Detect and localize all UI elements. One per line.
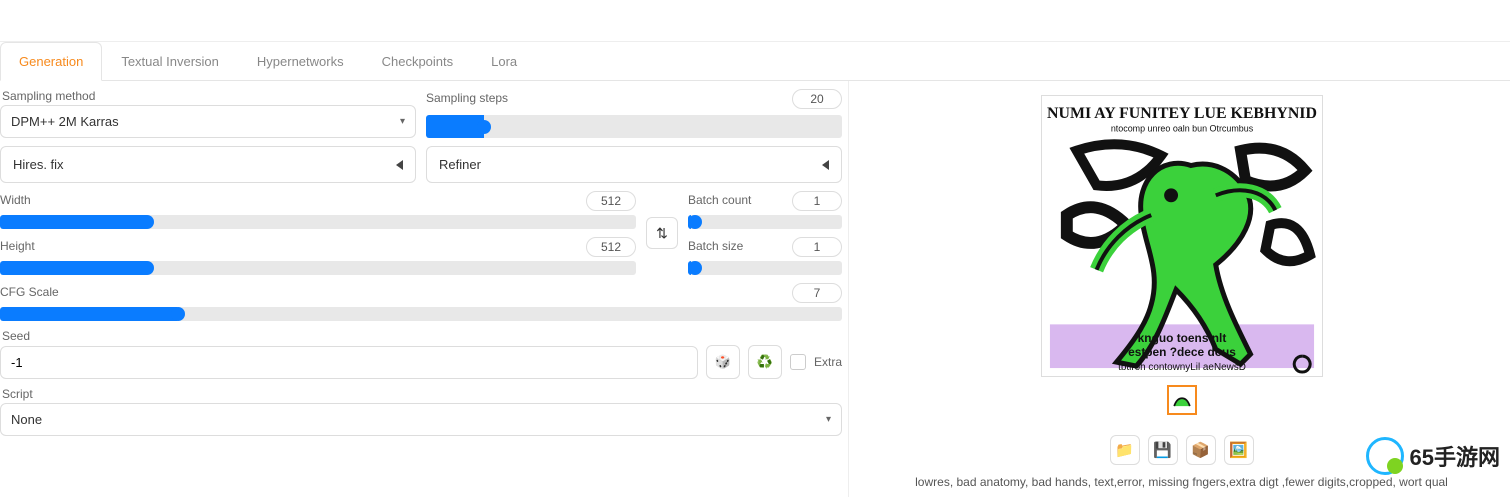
- swap-icon: ⇅: [656, 225, 668, 242]
- batch-size-value[interactable]: 1: [792, 237, 842, 257]
- zip-button[interactable]: 📦: [1186, 435, 1216, 465]
- svg-text:tbtiroh contownyLil aeNewsD: tbtiroh contownyLil aeNewsD: [1118, 362, 1246, 373]
- reuse-seed-button[interactable]: ♻️: [748, 345, 782, 379]
- refiner-accordion[interactable]: Refiner: [426, 146, 842, 183]
- svg-text:knguo toens nlt: knguo toens nlt: [1137, 331, 1226, 345]
- generated-image-svg: NUMI AY FUNITEY LUE KEBHYNID ntocomp unr…: [1042, 95, 1322, 377]
- hires-fix-accordion[interactable]: Hires. fix: [0, 146, 416, 183]
- tab-textual-inversion[interactable]: Textual Inversion: [102, 42, 238, 80]
- caret-down-icon: ▾: [826, 414, 831, 425]
- generated-image[interactable]: NUMI AY FUNITEY LUE KEBHYNID ntocomp unr…: [1041, 95, 1323, 377]
- output-thumbnail[interactable]: [1167, 385, 1197, 415]
- extra-checkbox[interactable]: [790, 354, 806, 370]
- collapse-icon: [822, 160, 829, 170]
- svg-text:NUMI AY FUNITEY LUE KEBHYNID: NUMI AY FUNITEY LUE KEBHYNID: [1047, 105, 1317, 122]
- output-caption: lowres, bad anatomy, bad hands, text,err…: [915, 475, 1448, 489]
- width-slider[interactable]: [0, 215, 636, 229]
- save-icon: 💾: [1153, 441, 1172, 459]
- subtabs: Generation Textual Inversion Hypernetwor…: [0, 42, 1510, 81]
- zip-icon: 📦: [1191, 441, 1210, 459]
- cfg-slider[interactable]: [0, 307, 842, 321]
- output-buttons: 📁 💾 📦 🖼️: [1110, 435, 1254, 465]
- width-label: Width: [0, 193, 31, 207]
- batch-size-label: Batch size: [688, 239, 743, 253]
- cfg-label: CFG Scale: [0, 285, 59, 299]
- refiner-label: Refiner: [439, 157, 481, 172]
- send-img2img-button[interactable]: 🖼️: [1224, 435, 1254, 465]
- caret-down-icon: ▾: [400, 116, 405, 127]
- script-label: Script: [0, 387, 842, 401]
- tab-checkpoints[interactable]: Checkpoints: [363, 42, 473, 80]
- seed-input[interactable]: [0, 346, 698, 379]
- script-value: None: [11, 412, 42, 427]
- hires-fix-label: Hires. fix: [13, 157, 64, 172]
- batch-size-slider[interactable]: [688, 261, 842, 275]
- batch-count-slider[interactable]: [688, 215, 842, 229]
- image-icon: 🖼️: [1229, 441, 1248, 459]
- sampling-method-select[interactable]: DPM++ 2M Karras ▾: [0, 105, 416, 138]
- height-slider[interactable]: [0, 261, 636, 275]
- batch-count-label: Batch count: [688, 193, 751, 207]
- batch-count-value[interactable]: 1: [792, 191, 842, 211]
- watermark-logo-icon: [1366, 437, 1404, 475]
- folder-icon: 📁: [1115, 441, 1134, 459]
- recycle-icon: ♻️: [757, 354, 773, 370]
- save-button[interactable]: 💾: [1148, 435, 1178, 465]
- watermark-text: 65手游网: [1410, 440, 1500, 472]
- svg-text:ntocomp unreo oaln bun Otrcumb: ntocomp unreo oaln bun Otrcumbus: [1110, 124, 1253, 134]
- swap-dimensions-button[interactable]: ⇅: [646, 217, 678, 249]
- height-value[interactable]: 512: [586, 237, 636, 257]
- sampling-steps-label: Sampling steps: [426, 91, 508, 105]
- extra-label: Extra: [814, 355, 842, 369]
- tab-hypernetworks[interactable]: Hypernetworks: [238, 42, 363, 80]
- sampling-steps-value[interactable]: 20: [792, 89, 842, 109]
- sampling-method-value: DPM++ 2M Karras: [11, 114, 119, 129]
- output-preview: NUMI AY FUNITEY LUE KEBHYNID ntocomp unr…: [861, 89, 1502, 489]
- script-select[interactable]: None ▾: [0, 403, 842, 436]
- cfg-value[interactable]: 7: [792, 283, 842, 303]
- width-value[interactable]: 512: [586, 191, 636, 211]
- svg-text:estpen ?dece dous: estpen ?dece dous: [1128, 345, 1236, 359]
- site-watermark: 65手游网: [1366, 437, 1500, 475]
- seed-label: Seed: [0, 329, 842, 343]
- collapse-icon: [396, 160, 403, 170]
- open-folder-button[interactable]: 📁: [1110, 435, 1140, 465]
- top-bar: [0, 0, 1510, 42]
- tab-generation[interactable]: Generation: [0, 42, 102, 81]
- tab-lora[interactable]: Lora: [472, 42, 536, 80]
- dice-icon: 🎲: [715, 354, 731, 370]
- sampling-method-label: Sampling method: [0, 89, 416, 103]
- sampling-steps-slider[interactable]: [426, 115, 842, 138]
- height-label: Height: [0, 239, 35, 253]
- random-seed-button[interactable]: 🎲: [706, 345, 740, 379]
